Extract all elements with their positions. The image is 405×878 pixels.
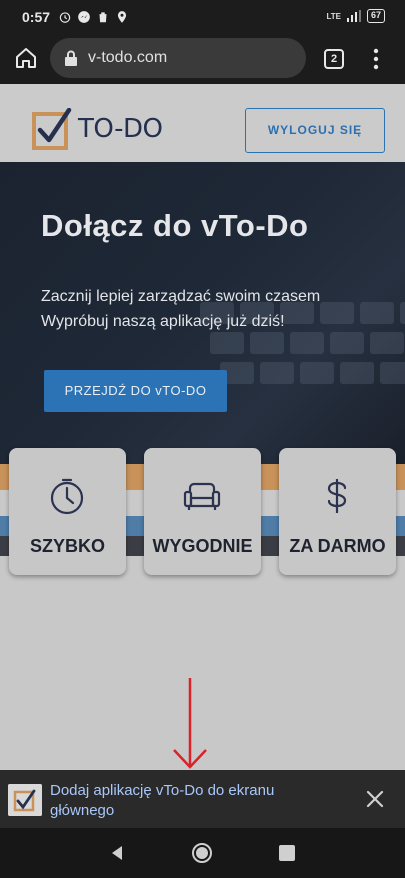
signal-icon bbox=[346, 10, 361, 22]
home-icon[interactable] bbox=[14, 46, 38, 70]
status-bar: 0:57 LTE 67 bbox=[0, 0, 405, 34]
hero-title: Dołącz do vTo-Do bbox=[41, 208, 309, 243]
add-to-homescreen-banner[interactable]: Dodaj aplikację vTo-Do do ekranu główneg… bbox=[0, 770, 405, 828]
lock-icon[interactable] bbox=[64, 50, 78, 66]
arrow-down-icon bbox=[173, 678, 207, 769]
status-time: 0:57 bbox=[22, 9, 51, 25]
feature-label: ZA DARMO bbox=[289, 536, 386, 556]
logo-text[interactable]: TO-DO bbox=[78, 114, 163, 144]
more-vert-icon[interactable] bbox=[366, 48, 386, 70]
trash-icon bbox=[99, 12, 107, 23]
url-bar[interactable]: v-todo.com bbox=[50, 38, 306, 78]
recent-apps-icon[interactable] bbox=[279, 845, 295, 861]
back-icon[interactable] bbox=[108, 844, 126, 862]
network-type: LTE bbox=[326, 11, 341, 21]
url-text[interactable]: v-todo.com bbox=[88, 49, 167, 67]
go-to-app-button[interactable]: PRZEJDŹ DO vTO-DO bbox=[44, 370, 227, 412]
hero-subtitle-line1: Zacznij lepiej zarządzać swoim czasem bbox=[41, 288, 321, 305]
notification-icons bbox=[58, 10, 129, 24]
feature-label: WYGODNIE bbox=[152, 536, 253, 556]
messenger-icon bbox=[78, 11, 90, 23]
hero-subtitle: Zacznij lepiej zarządzać swoim czasem Wy… bbox=[41, 284, 381, 334]
site-header: TO-DO WYLOGUJ SIĘ bbox=[0, 84, 405, 162]
feature-card-free: ZA DARMO bbox=[279, 448, 396, 575]
location-icon bbox=[117, 11, 127, 23]
system-nav-bar bbox=[0, 828, 405, 878]
stopwatch-icon bbox=[50, 478, 84, 515]
home-nav-icon[interactable] bbox=[191, 842, 213, 864]
status-right: LTE 67 bbox=[326, 9, 385, 23]
logout-button[interactable]: WYLOGUJ SIĘ bbox=[245, 108, 385, 153]
browser-toolbar: v-todo.com 2 bbox=[0, 34, 405, 84]
hero-section: Dołącz do vTo-Do Zacznij lepiej zarządza… bbox=[0, 162, 405, 480]
battery-icon: 67 bbox=[366, 9, 385, 23]
hero-subtitle-line2: Wypróbuj naszą aplikację już dziś! bbox=[41, 313, 285, 330]
dollar-icon bbox=[327, 479, 347, 513]
tabs-icon[interactable]: 2 bbox=[324, 49, 344, 69]
feature-card-convenient: WYGODNIE bbox=[144, 448, 261, 575]
sofa-icon bbox=[183, 482, 221, 510]
app-icon bbox=[8, 784, 42, 816]
close-icon[interactable] bbox=[364, 788, 386, 810]
feature-card-fast: SZYBKO bbox=[9, 448, 126, 575]
feature-label: SZYBKO bbox=[29, 536, 105, 556]
web-page: TO-DO WYLOGUJ SIĘ Dołącz do vTo-Do Zaczn… bbox=[0, 84, 405, 770]
alarm-icon bbox=[59, 12, 71, 23]
add-to-homescreen-text[interactable]: Dodaj aplikację vTo-Do do ekranu główneg… bbox=[50, 781, 340, 821]
